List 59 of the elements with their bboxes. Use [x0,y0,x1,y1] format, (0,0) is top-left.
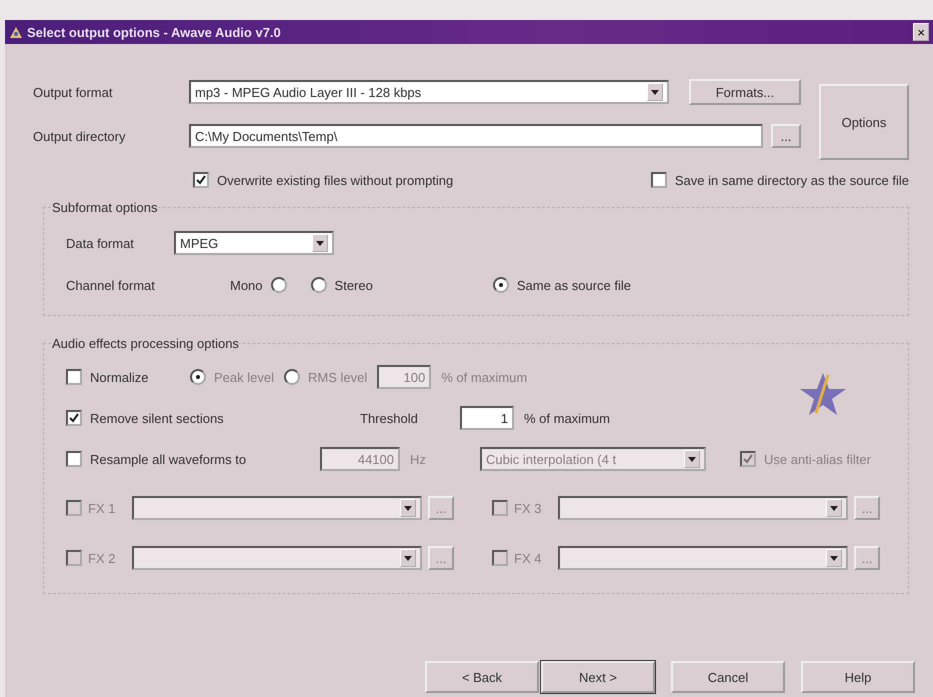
field-label: Output directory [33,128,126,144]
checkbox-label: Remove silent sections [90,410,225,426]
browse-button[interactable]: ... [771,124,801,148]
app-icon [9,25,23,39]
dialog-button[interactable]: Cancel [671,661,785,693]
checkbox[interactable] [66,550,82,566]
dialog-button[interactable]: < Back [425,661,539,693]
checkbox[interactable] [66,369,82,385]
unit-label: Hz [410,452,427,466]
data-format-dropdown[interactable]: MPEG [174,231,334,255]
radio-label: RMS level [308,370,368,384]
fx-label: FX 1 [88,500,116,516]
fx-dropdown[interactable] [132,546,422,570]
fx-dropdown[interactable] [132,496,422,520]
formats-button[interactable]: Formats... [689,79,801,105]
star-logo-icon [798,371,848,417]
radio-button[interactable] [270,277,287,293]
radio-button[interactable] [284,369,300,385]
dialog-button[interactable]: Next > [541,661,655,693]
checkbox[interactable] [740,451,756,467]
checkbox-label: Resample all waveforms to [90,452,248,466]
radio-label: Same as source file [516,278,632,292]
field-label: Channel format [66,278,156,292]
radio-label: Mono [230,278,263,292]
radio-button[interactable] [310,277,327,293]
fx-dropdown[interactable] [558,546,848,570]
field-label: Threshold [360,410,419,426]
fx-label: FX 2 [88,550,116,566]
unit-label: % of maximum [441,370,528,384]
radio-label: Stereo [334,278,373,292]
fx-dropdown[interactable] [558,496,848,520]
fx-label: FX 3 [514,500,542,516]
window-title: Select output options - Awave Audio v7.0 [27,24,282,40]
options-button[interactable]: Options [819,84,909,160]
checkbox[interactable] [193,172,209,188]
output-directory-field[interactable]: C:\My Documents\Temp\ [189,124,763,148]
group-title: Audio effects processing options [52,336,239,351]
checkbox-label: Use anti-alias filter [764,452,871,466]
checkbox-label: Normalize [90,370,150,384]
checkbox[interactable] [66,451,82,467]
output-format-dropdown[interactable]: mp3 - MPEG Audio Layer III - 128 kbps [189,80,669,104]
fx-label: FX 4 [514,550,542,566]
checkbox[interactable] [492,500,508,516]
checkbox-label: Overwrite existing files without prompting [217,172,454,188]
radio-button[interactable] [492,277,509,293]
checkbox-label: Save in same directory as the source file [674,172,909,188]
checkbox[interactable] [66,500,82,516]
unit-label: % of maximum [524,410,610,426]
checkbox[interactable] [492,550,508,566]
radio-button[interactable] [190,369,206,385]
field-label: Output format [33,84,114,100]
radio-label: Peak level [214,370,274,384]
threshold-field[interactable]: 1 [460,406,514,430]
close-button[interactable]: × [913,23,929,41]
group-title: Subformat options [52,200,158,215]
field-label: Data format [66,236,135,250]
dialog-button[interactable]: Help [801,661,915,693]
checkbox[interactable] [650,172,667,188]
checkbox[interactable] [66,410,82,426]
